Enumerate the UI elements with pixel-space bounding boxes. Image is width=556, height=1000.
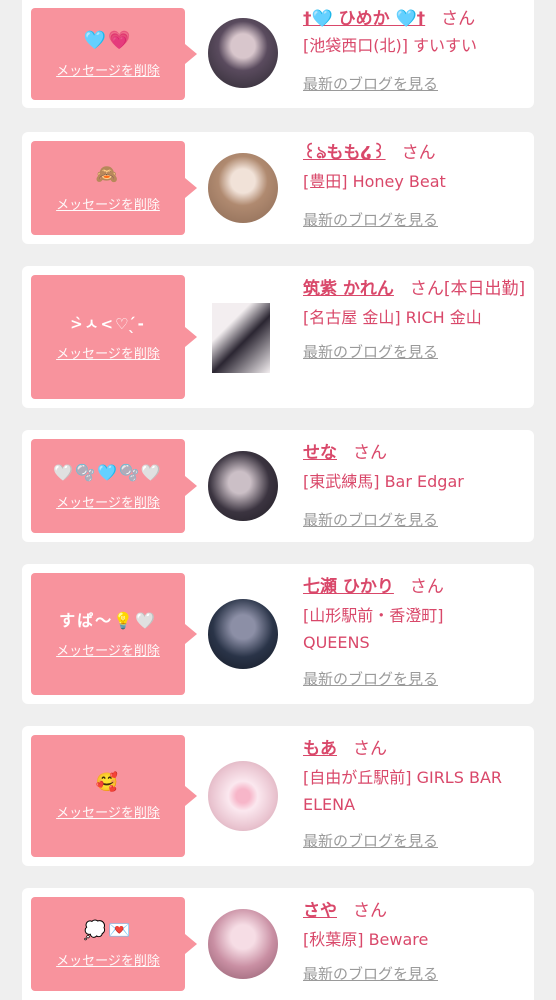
avatar[interactable] <box>208 153 278 223</box>
cast-name-link[interactable]: 七瀬 ひかり <box>303 577 394 597</box>
message-bubble: 🙈 メッセージを削除 <box>31 141 197 235</box>
delete-message-link[interactable]: メッセージを削除 <box>56 194 160 213</box>
shop-name: [東武練馬] Bar Edgar <box>303 472 464 491</box>
latest-blog-link[interactable]: 最新のブログを見る <box>303 509 438 530</box>
cast-name-link[interactable]: †🩵 ひめか 🩵† <box>303 9 425 29</box>
cast-name-link[interactable]: せな <box>303 443 337 463</box>
list-item: 🤍🫧🩵🫧🤍 メッセージを削除 せな さん [東武練馬] Bar Edgar 最新の… <box>22 430 534 542</box>
avatar[interactable] <box>212 303 270 373</box>
list-item: >̀ㅅ<♡ ̖́- メッセージを削除 筑紫 かれん さん[本日出勤] [名古屋 金… <box>22 266 534 408</box>
cast-name-link[interactable]: さや <box>303 901 337 921</box>
shop-name: [秋葉原] Beware <box>303 930 429 949</box>
honorific: さん <box>401 143 436 163</box>
delete-message-link[interactable]: メッセージを削除 <box>56 802 160 821</box>
shop-name: [自由が丘駅前] GIRLS BAR ELENA <box>303 768 503 814</box>
cast-name-link[interactable]: 筑紫 かれん <box>303 279 394 299</box>
latest-blog-link[interactable]: 最新のブログを見る <box>303 341 438 362</box>
honorific: さん <box>409 577 444 597</box>
shop-name: [豊田] Honey Beat <box>303 172 446 191</box>
avatar[interactable] <box>208 599 278 669</box>
avatar[interactable] <box>208 761 278 831</box>
shop-name: [池袋西口(北)] すいすい <box>303 36 478 55</box>
list-item: 💭💌 メッセージを削除 さや さん [秋葉原] Beware 最新のブログを見る <box>22 888 534 1000</box>
latest-blog-link[interactable]: 最新のブログを見る <box>303 668 438 689</box>
message-text: 💭💌 <box>83 919 133 941</box>
message-text: すぱ〜💡🤍 <box>59 610 157 630</box>
shop-name: [山形駅前・香澄町] QUEENS <box>303 606 444 652</box>
avatar[interactable] <box>208 909 278 979</box>
honorific: さん <box>353 901 387 921</box>
message-bubble: 🤍🫧🩵🫧🤍 メッセージを削除 <box>31 439 197 533</box>
list-item: すぱ〜💡🤍 メッセージを削除 七瀬 ひかり さん [山形駅前・香澄町] QUEEN… <box>22 564 534 704</box>
delete-message-link[interactable]: メッセージを削除 <box>56 950 160 969</box>
message-bubble: >̀ㅅ<♡ ̖́- メッセージを削除 <box>31 275 197 399</box>
message-bubble: 💭💌 メッセージを削除 <box>31 897 197 991</box>
delete-message-link[interactable]: メッセージを削除 <box>56 640 160 659</box>
delete-message-link[interactable]: メッセージを削除 <box>56 60 160 79</box>
list-item: 🙈 メッセージを削除 ꒰ঌもも໒꒱ さん [豊田] Honey Beat 最新のブ… <box>22 132 534 244</box>
honorific: さん[本日出勤] <box>409 279 526 299</box>
list-item: 🩵💗 メッセージを削除 †🩵 ひめか 🩵† さん [池袋西口(北)] すいすい 最… <box>22 0 534 108</box>
delete-message-link[interactable]: メッセージを削除 <box>56 343 160 362</box>
honorific: さん <box>353 739 387 759</box>
message-text: 🙈 <box>95 163 121 185</box>
message-bubble: 🩵💗 メッセージを削除 <box>31 8 197 100</box>
message-text: 🥰 <box>95 771 121 793</box>
avatar[interactable] <box>208 18 278 88</box>
message-bubble: 🥰 メッセージを削除 <box>31 735 197 857</box>
latest-blog-link[interactable]: 最新のブログを見る <box>303 963 438 984</box>
shop-name: [名古屋 金山] RICH 金山 <box>303 308 482 327</box>
message-text: 🤍🫧🩵🫧🤍 <box>53 462 163 482</box>
honorific: さん <box>353 443 387 463</box>
avatar[interactable] <box>208 451 278 521</box>
message-text: >̀ㅅ<♡ ̖́- <box>70 314 146 333</box>
latest-blog-link[interactable]: 最新のブログを見る <box>303 73 438 94</box>
cast-name-link[interactable]: もあ <box>303 739 337 759</box>
message-bubble: すぱ〜💡🤍 メッセージを削除 <box>31 573 197 695</box>
delete-message-link[interactable]: メッセージを削除 <box>56 492 160 511</box>
list-item: 🥰 メッセージを削除 もあ さん [自由が丘駅前] GIRLS BAR ELENA… <box>22 726 534 866</box>
latest-blog-link[interactable]: 最新のブログを見る <box>303 830 438 851</box>
message-text: 🩵💗 <box>83 29 133 51</box>
latest-blog-link[interactable]: 最新のブログを見る <box>303 209 438 230</box>
cast-name-link[interactable]: ꒰ঌもも໒꒱ <box>303 143 386 163</box>
honorific: さん <box>441 9 476 29</box>
